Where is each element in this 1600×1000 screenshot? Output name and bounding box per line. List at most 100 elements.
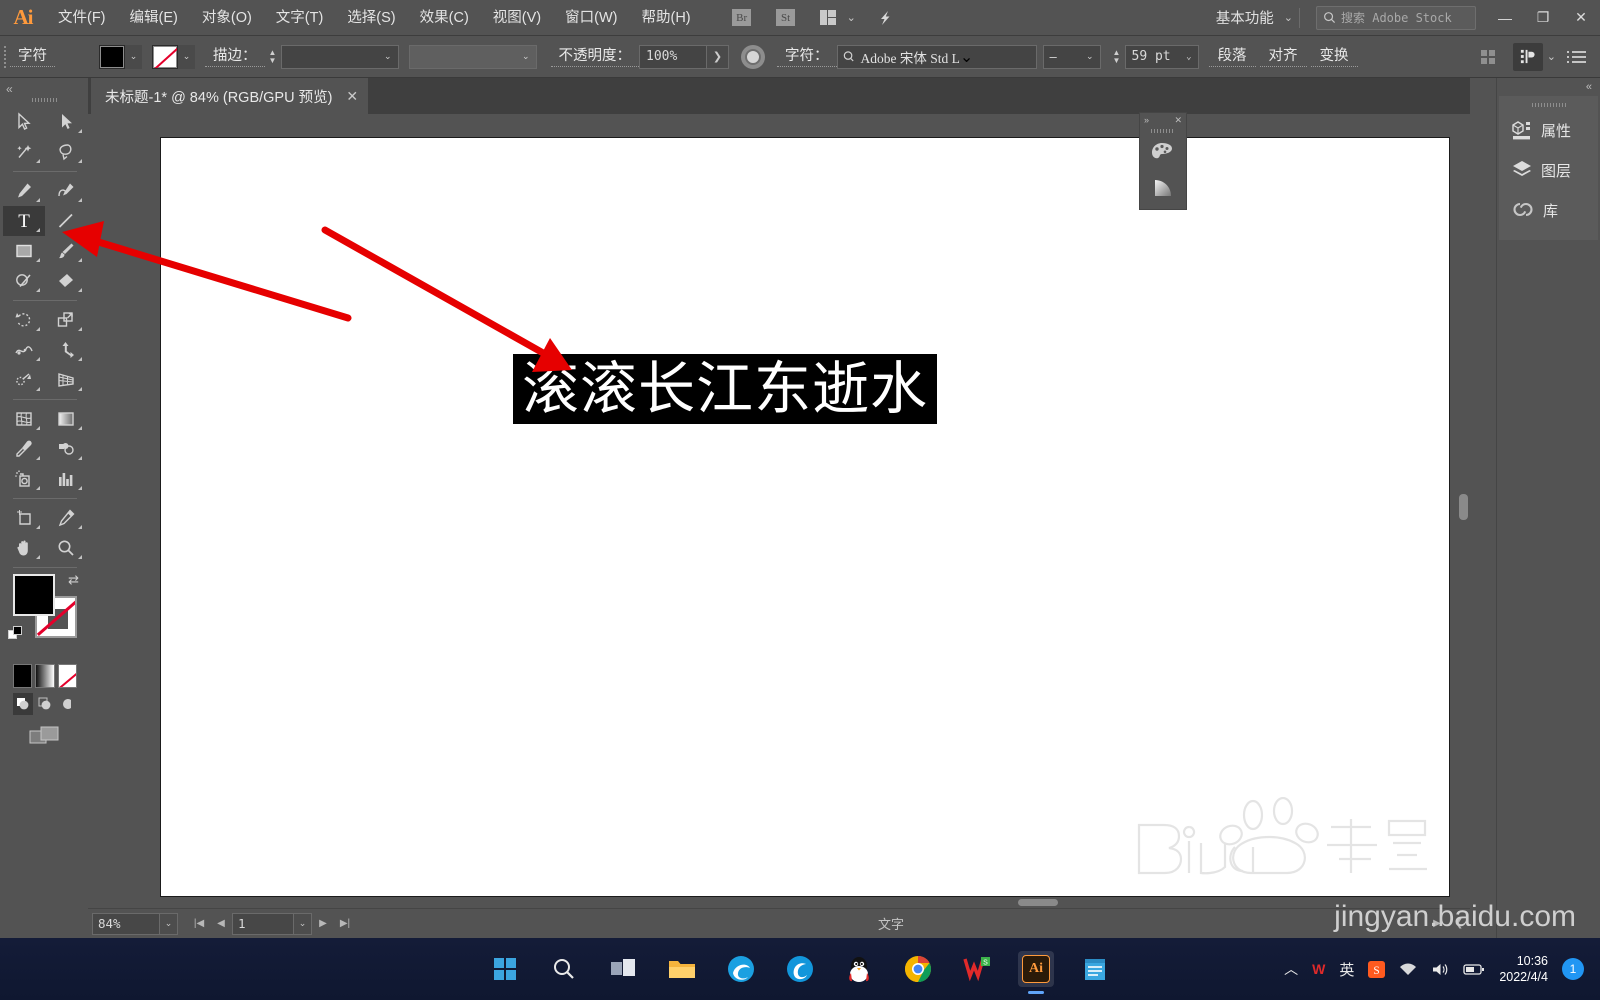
paintbrush-tool[interactable]	[45, 236, 87, 266]
zoom-chevron-down-icon[interactable]: ⌄	[160, 912, 178, 935]
color-mode-gradient-button[interactable]	[35, 664, 55, 688]
tray-ime-icon[interactable]: 英	[1339, 959, 1354, 980]
dock-item-layers[interactable]: 图层	[1499, 150, 1598, 190]
artboard-tool[interactable]	[3, 503, 45, 533]
gradient-tool[interactable]	[45, 404, 87, 434]
arrange-chevron-down-icon[interactable]: ⌄	[847, 11, 856, 24]
qq-browser[interactable]	[782, 951, 818, 987]
stroke-weight-field[interactable]: ⌄	[280, 44, 399, 69]
transform-button[interactable]: 变换	[1310, 46, 1358, 67]
character-panel-label[interactable]: 字符	[10, 46, 55, 67]
wps-office[interactable]: S	[959, 951, 995, 987]
notification-badge[interactable]: 1	[1562, 958, 1584, 980]
shape-builder-tool[interactable]	[3, 365, 45, 395]
control-bar-grip[interactable]	[0, 36, 10, 78]
font-family-select[interactable]: Adobe 宋体 Std L ⌄	[836, 44, 1037, 69]
artboard[interactable]: 滚滚长江东逝水	[160, 137, 1450, 897]
stock-icon[interactable]: St	[771, 0, 801, 36]
recolor-artwork-icon[interactable]	[741, 44, 765, 69]
tray-overflow-icon[interactable]: ︿	[1284, 959, 1298, 979]
menu-window[interactable]: 窗口(W)	[553, 0, 629, 36]
next-artboard-button[interactable]: ▶	[312, 913, 334, 935]
float-panel-close-icon[interactable]: ✕	[1174, 115, 1182, 126]
rectangle-tool[interactable]	[3, 236, 45, 266]
blend-tool[interactable]	[45, 434, 87, 464]
opacity-expand-icon[interactable]: ❯	[707, 44, 729, 69]
tray-wps-icon[interactable]: W	[1312, 961, 1325, 977]
menu-effect[interactable]: 效果(C)	[408, 0, 481, 36]
gradient-icon[interactable]	[1140, 171, 1186, 207]
prev-artboard-button[interactable]: ◀	[210, 913, 232, 935]
type-tool[interactable]: T	[3, 206, 45, 236]
shaper-tool[interactable]	[3, 266, 45, 296]
scale-tool[interactable]	[45, 305, 87, 335]
float-panel-collapse-icon[interactable]: »	[1144, 115, 1149, 125]
direct-selection-tool[interactable]	[45, 107, 87, 137]
align-chevron-down-icon[interactable]: ⌄	[1547, 50, 1556, 63]
default-fill-stroke-icon[interactable]	[8, 626, 24, 642]
mesh-tool[interactable]	[3, 404, 45, 434]
menu-object[interactable]: 对象(O)	[190, 0, 264, 36]
horizontal-scrollbar-thumb[interactable]	[1018, 899, 1058, 906]
tray-sogou-icon[interactable]: S	[1368, 960, 1386, 978]
task-view-button[interactable]	[605, 951, 641, 987]
perspective-grid-tool[interactable]	[45, 365, 87, 395]
slice-tool[interactable]	[45, 503, 87, 533]
fill-chevron-down-icon[interactable]: ⌄	[125, 44, 142, 69]
float-panel-grip[interactable]	[1140, 127, 1186, 135]
text-object-selected[interactable]: 滚滚长江东逝水	[513, 354, 937, 424]
arrange-documents-icon[interactable]	[813, 0, 843, 36]
line-segment-tool[interactable]	[45, 206, 87, 236]
eyedropper-tool[interactable]	[3, 434, 45, 464]
font-size-stepper[interactable]: ▲ ▼	[1109, 45, 1125, 69]
magic-wand-tool[interactable]	[3, 137, 45, 167]
menu-view[interactable]: 视图(V)	[481, 0, 553, 36]
screen-mode-button[interactable]	[3, 715, 87, 747]
menu-select[interactable]: 选择(S)	[335, 0, 407, 36]
restore-button[interactable]: ❐	[1524, 0, 1562, 36]
tray-volume-icon[interactable]	[1431, 962, 1449, 977]
font-style-select[interactable]: – ⌄	[1042, 44, 1101, 69]
swap-fill-stroke-icon[interactable]: ⇄	[68, 572, 79, 588]
draw-inside-button[interactable]	[57, 693, 77, 715]
first-artboard-button[interactable]: |◀	[188, 913, 210, 935]
rotate-tool[interactable]	[3, 305, 45, 335]
opacity-input[interactable]: 100%	[639, 44, 707, 69]
canvas-area[interactable]: 滚滚长江东逝水	[88, 114, 1470, 908]
curvature-tool[interactable]	[45, 176, 87, 206]
zoom-level-input[interactable]: 84%	[92, 912, 160, 935]
qq-messenger[interactable]	[841, 951, 877, 987]
menu-type[interactable]: 文字(T)	[264, 0, 336, 36]
align-panel-icon[interactable]	[1512, 42, 1543, 71]
artboard-number-input[interactable]: 1	[232, 912, 294, 935]
fill-color-control[interactable]	[13, 574, 55, 616]
vertical-scrollbar-thumb[interactable]	[1459, 494, 1468, 520]
selection-tool[interactable]	[3, 107, 45, 137]
notepad-app[interactable]	[1077, 951, 1113, 987]
pen-tool[interactable]	[3, 176, 45, 206]
search-button[interactable]	[546, 951, 582, 987]
menu-edit[interactable]: 编辑(E)	[118, 0, 190, 36]
column-graph-tool[interactable]	[45, 464, 87, 494]
document-tab-close-icon[interactable]: ✕	[346, 88, 358, 105]
hand-tool[interactable]	[3, 533, 45, 563]
distribute-spacing-icon[interactable]	[1480, 49, 1495, 64]
edge-browser[interactable]	[723, 951, 759, 987]
font-size-field[interactable]: 59 pt ⌄	[1124, 44, 1199, 69]
tray-battery-icon[interactable]	[1463, 963, 1485, 976]
paragraph-button[interactable]: 段落	[1208, 46, 1256, 67]
draw-normal-button[interactable]	[13, 693, 33, 715]
search-stock-input[interactable]: 搜索 Adobe Stock	[1316, 5, 1476, 30]
dock-item-properties[interactable]: 属性	[1499, 110, 1598, 150]
tray-wifi-icon[interactable]	[1399, 962, 1417, 977]
start-button[interactable]	[487, 951, 523, 987]
artboard-chevron-down-icon[interactable]: ⌄	[294, 912, 312, 935]
stroke-profile-field[interactable]: ⌄	[408, 44, 537, 69]
free-transform-tool[interactable]	[45, 335, 87, 365]
file-explorer[interactable]	[664, 951, 700, 987]
close-button[interactable]: ✕	[1562, 0, 1600, 36]
bridge-icon[interactable]: Br	[727, 0, 757, 36]
illustrator-app[interactable]: Ai	[1018, 951, 1054, 987]
stroke-chevron-down-icon[interactable]: ⌄	[178, 44, 195, 69]
right-dock-grip[interactable]	[1499, 100, 1598, 110]
